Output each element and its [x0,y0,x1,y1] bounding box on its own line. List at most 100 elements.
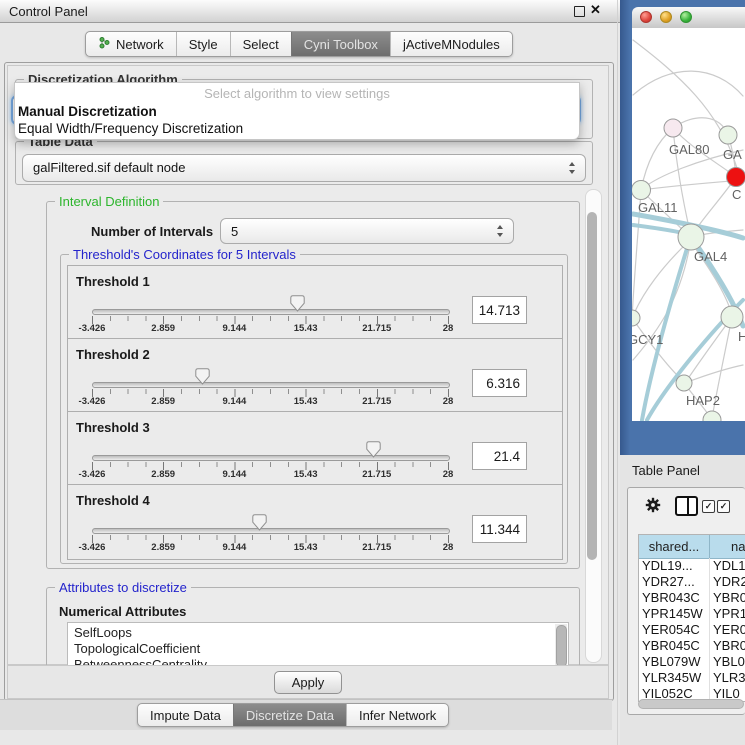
network-node-gal11[interactable] [632,181,651,200]
table-row[interactable]: YPR145WYPR1 [639,606,745,622]
settings-scrollbar-thumb[interactable] [587,212,597,560]
tab-select[interactable]: Select [230,32,291,56]
thresholds-group: Threshold's Coordinates for 5 Intervals … [60,254,568,564]
threshold-panel: Threshold 3 -3.4262.8599.14415.4321.7152… [67,411,563,487]
threshold-slider-track[interactable] [92,455,450,461]
threshold-slider-track[interactable] [92,309,450,315]
threshold-value-field[interactable]: 6.316 [472,369,527,397]
network-node-c[interactable] [727,168,745,187]
checkbox-icon[interactable]: ✓ [717,500,730,513]
cell-shared-name: YER054C [642,622,700,638]
network-node-ga[interactable] [719,126,737,144]
cell-shared-name: YDL19... [642,558,693,574]
column-header-name[interactable]: na [731,535,745,558]
attribute-list-item[interactable]: TopologicalCoefficient [68,641,568,657]
checkbox-icon[interactable]: ✓ [702,500,715,513]
split-table-icon[interactable] [675,496,698,516]
tab-discretize-data[interactable]: Discretize Data [233,704,346,726]
tab-label: Impute Data [150,708,221,723]
axis-tick-label: 9.144 [223,323,247,334]
group-title-interval: Interval Definition [55,194,163,209]
axis-tick-label: 28 [443,542,454,553]
node-label: HAP2 [686,393,720,408]
network-edge[interactable] [641,128,673,190]
axis-tick-label: -3.426 [79,542,106,553]
axis-tick-label: 28 [443,469,454,480]
settings-scrollbar[interactable] [585,189,602,663]
network-node-gal80[interactable] [664,119,682,137]
threshold-value-field[interactable]: 11.344 [472,515,527,543]
minimize-traffic-light-icon[interactable] [660,11,672,23]
slider-axis-labels: -3.4262.8599.14415.4321.71528 [68,469,562,481]
algorithm-option-equal-width-frequency-discretization[interactable]: Equal Width/Frequency Discretization [18,121,568,137]
tab-impute-data[interactable]: Impute Data [138,704,233,726]
attributes-list-scrollbar[interactable] [555,624,567,667]
close-icon[interactable]: ✕ [590,2,601,18]
table-row[interactable]: YBL079WYBL0 [639,654,745,670]
threshold-value-field[interactable]: 21.4 [472,442,527,470]
threshold-label: Threshold 4 [76,493,150,508]
table-row[interactable]: YDR27...YDR2 [639,574,745,590]
column-header-shared-name[interactable]: shared... [639,535,710,558]
tab-network[interactable]: Network [86,32,176,56]
network-node-h[interactable] [721,306,743,328]
axis-tick-label: 15.43 [294,469,318,480]
network-node[interactable] [703,411,721,421]
algorithm-option-manual-discretization[interactable]: Manual Discretization [18,104,568,120]
table-panel-titlebar: Table Panel [620,455,745,486]
apply-bar: Apply [7,665,609,699]
table-row[interactable]: YBR045CYBR0 [639,638,745,654]
table-horizontal-scrollbar[interactable] [638,699,744,709]
tab-infer-network[interactable]: Infer Network [346,704,448,726]
table-row[interactable]: YDL19...YDL1 [639,558,745,574]
close-traffic-light-icon[interactable] [640,11,652,23]
gear-icon[interactable] [644,496,662,514]
cell-name: YER0 [713,622,745,638]
axis-tick-label: 15.43 [294,396,318,407]
float-window-icon[interactable] [574,6,585,17]
node-label: GAL4 [694,249,727,264]
threshold-slider-thumb[interactable] [252,514,267,531]
network-icon [98,36,111,52]
axis-tick-label: 9.144 [223,396,247,407]
table-row[interactable]: YLR345WYLR3 [639,670,745,686]
tab-label: Select [243,37,279,52]
table-data-combobox[interactable]: galFiltered.sif default node [22,154,586,182]
threshold-slider-track[interactable] [92,382,450,388]
tab-cyni-toolbox[interactable]: Cyni Toolbox [291,32,390,56]
network-window-titlebar [632,7,745,29]
node-label: GCY1 [632,332,663,347]
axis-tick-label: 9.144 [223,469,247,480]
axis-tick-label: 9.144 [223,542,247,553]
axis-tick-label: 2.859 [151,323,175,334]
apply-button[interactable]: Apply [274,671,342,694]
attributes-list-scrollbar-thumb[interactable] [556,625,567,667]
control-panel-titlebar: Control Panel ✕ [0,0,620,23]
network-node-gal4[interactable] [678,224,704,250]
threshold-slider-thumb[interactable] [195,368,210,385]
table-row[interactable]: YBR043CYBR0 [639,590,745,606]
tab-style[interactable]: Style [176,32,230,56]
number-of-intervals-combobox[interactable]: 5 [220,218,514,244]
axis-tick-label: -3.426 [79,469,106,480]
combo-stepper-icon [497,225,504,237]
axis-tick-label: 2.859 [151,469,175,480]
axis-tick-label: 15.43 [294,542,318,553]
control-panel-tabbar: Network Style Select Cyni ToolboxjActiveMNo… [85,31,513,57]
tab-label: Style [189,37,218,52]
tab-jactivemnodules[interactable]: jActiveMNodules [390,32,512,56]
network-node-hap2[interactable] [676,375,692,391]
table-row[interactable]: YER054C YER0 [639,622,745,638]
zoom-traffic-light-icon[interactable] [680,11,692,23]
network-view-canvas[interactable]: GAL80GACGAL11GAL4GCY1HHAP2 [632,28,745,421]
threshold-slider-thumb[interactable] [290,295,305,312]
network-node-gcy1[interactable] [632,310,640,326]
group-title-attributes: Attributes to discretize [55,580,191,595]
network-edge[interactable] [633,71,743,96]
threshold-value-field[interactable]: 14.713 [472,296,527,324]
node-label: GAL80 [669,142,709,157]
threshold-slider-track[interactable] [92,528,450,534]
cell-shared-name: YBR043C [642,590,700,606]
attribute-list-item[interactable]: SelfLoops [68,623,568,641]
threshold-slider-thumb[interactable] [366,441,381,458]
